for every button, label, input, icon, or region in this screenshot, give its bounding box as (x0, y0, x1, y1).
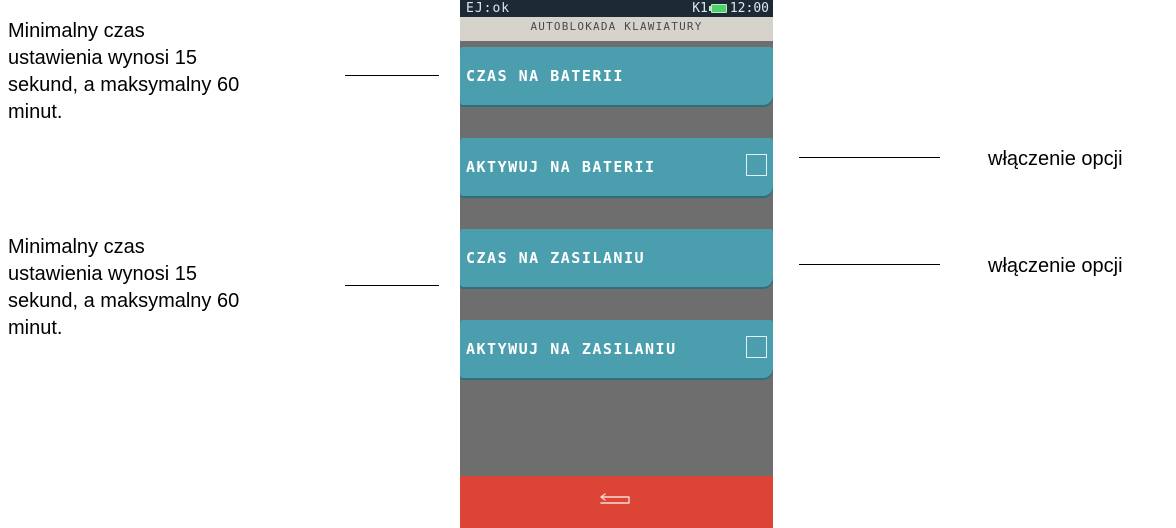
device-screen: EJ:ok K1 12:00 AUTOBLOKADA KLAWIATURY CZ… (460, 0, 773, 528)
annotation-line: ustawienia wynosi 15 (8, 263, 197, 285)
menu-item-label: AKTYWUJ NA ZASILANIU (466, 340, 677, 358)
annotation-line: minut. (8, 317, 63, 339)
aktywuj-na-zasilaniu-checkbox[interactable] (746, 336, 767, 358)
annotation-line: Minimalny czas (8, 236, 145, 258)
menu-item-czas-na-zasilaniu[interactable]: CZAS NA ZASILANIU (460, 229, 773, 287)
annotation-line: sekund, a maksymalny 60 (8, 290, 240, 312)
annotation-line: sekund, a maksymalny 60 (8, 74, 240, 96)
menu-item-label: CZAS NA ZASILANIU (466, 249, 646, 267)
annotation-line: minut. (8, 101, 63, 123)
menu-item-czas-na-baterii[interactable]: CZAS NA BATERII (460, 47, 773, 105)
pointer-line (345, 75, 439, 76)
annotation-aktywuj-na-zasilaniu: włączenie opcji (988, 255, 1123, 277)
menu-item-aktywuj-na-baterii[interactable]: AKTYWUJ NA BATERII (460, 138, 773, 196)
annotation-aktywuj-na-baterii: włączenie opcji (988, 148, 1123, 170)
battery-icon (708, 4, 727, 13)
pointer-line (799, 157, 940, 158)
status-right: K1 12:00 (692, 0, 769, 17)
clock: 12:00 (729, 1, 769, 16)
menu-item-label: AKTYWUJ NA BATERII (466, 158, 656, 176)
back-arrow-icon[interactable] (595, 493, 635, 513)
menu-item-label: CZAS NA BATERII (466, 67, 624, 85)
ej-status: EJ:ok (466, 1, 511, 16)
aktywuj-na-baterii-checkbox[interactable] (746, 154, 767, 176)
menu-item-aktywuj-na-zasilaniu[interactable]: AKTYWUJ NA ZASILANIU (460, 320, 773, 378)
annotation-czas-na-baterii: Minimalny czas ustawienia wynosi 15 seku… (8, 18, 239, 126)
annotation-line: ustawienia wynosi 15 (8, 47, 197, 69)
pointer-line (799, 264, 940, 265)
status-bar: EJ:ok K1 12:00 (460, 0, 773, 17)
pointer-line (345, 285, 439, 286)
annotation-line: Minimalny czas (8, 20, 145, 42)
annotation-czas-na-zasilaniu: Minimalny czas ustawienia wynosi 15 seku… (8, 234, 239, 342)
screen-title: AUTOBLOKADA KLAWIATURY (460, 17, 773, 41)
back-bar[interactable] (460, 476, 773, 528)
channel-indicator: K1 (692, 1, 708, 16)
